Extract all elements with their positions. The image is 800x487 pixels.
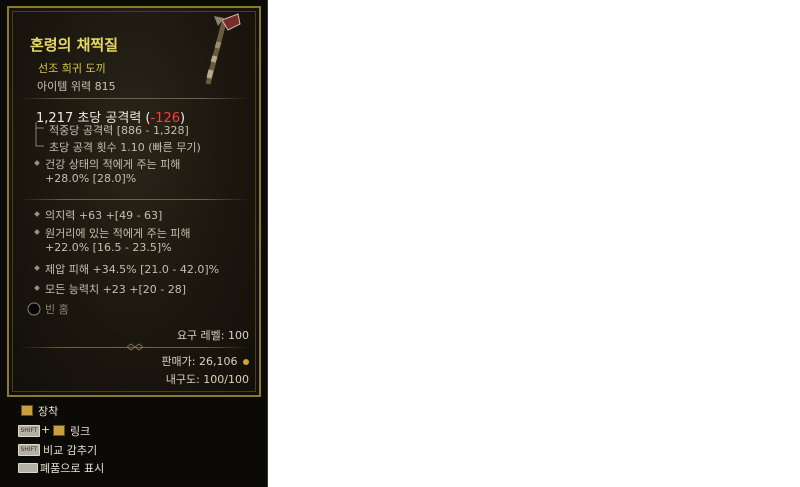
mark-as-junk-action[interactable]: 폐품으로 표시 xyxy=(40,460,104,476)
implicit-stat-line2: +28.0% [28.0]% xyxy=(45,172,137,185)
sell-price-row: 판매가: 26,106 xyxy=(161,353,249,369)
affix-line: 의지력 +63 +[49 - 63] xyxy=(45,209,163,222)
required-level: 요구 레벨: 100 xyxy=(176,329,249,342)
book-icon xyxy=(53,425,65,436)
spacebar-key-icon xyxy=(18,463,38,473)
affix-line: 모든 능력치 +23 +[20 - 28] xyxy=(45,283,187,296)
compare-hide-action[interactable]: 비교 감추기 xyxy=(43,442,97,458)
item-tooltip-panel: 혼령의 채찍질 선조 희귀 도끼 아이템 위력 815 1,217 초당 공격력… xyxy=(0,0,268,487)
plus-sign: + xyxy=(41,423,51,436)
durability: 내구도: 100/100 xyxy=(165,373,249,386)
shift-key-icon: SHIFT xyxy=(18,444,40,456)
empty-socket-label: 빈 홈 xyxy=(45,303,69,316)
divider xyxy=(19,199,249,200)
affix-line: 원거리에 있는 적에게 주는 피해 xyxy=(45,227,191,240)
affix-line: +22.0% [16.5 - 23.5]% xyxy=(45,241,172,254)
item-rarity: 선조 희귀 도끼 xyxy=(38,62,106,75)
divider xyxy=(19,98,249,99)
link-action[interactable]: 링크 xyxy=(70,423,90,439)
attacks-per-second: 초당 공격 횟수 1.10 (빠른 무기) xyxy=(49,141,201,154)
item-name: 혼령의 채찍질 xyxy=(30,36,119,54)
book-icon xyxy=(21,405,33,416)
sell-price: 판매가: 26,106 xyxy=(161,355,238,368)
item-power: 아이템 위력 815 xyxy=(37,80,116,93)
damage-per-hit: 적중당 공격력 [886 - 1,328] xyxy=(49,124,189,137)
shift-key-icon: SHIFT xyxy=(18,425,40,437)
axe-icon xyxy=(205,13,241,85)
equip-action[interactable]: 장착 xyxy=(38,403,58,419)
gold-coin-icon xyxy=(243,359,249,365)
tree-connector xyxy=(35,122,44,147)
affix-line: 제압 피해 +34.5% [21.0 - 42.0]% xyxy=(45,263,220,276)
item-tooltip-card: 혼령의 채찍질 선조 희귀 도끼 아이템 위력 815 1,217 초당 공격력… xyxy=(7,6,261,397)
implicit-stat-line1: 건강 상태의 적에게 주는 피해 xyxy=(45,158,181,171)
divider-ornament-icon xyxy=(127,343,143,351)
empty-socket-icon xyxy=(27,302,41,316)
